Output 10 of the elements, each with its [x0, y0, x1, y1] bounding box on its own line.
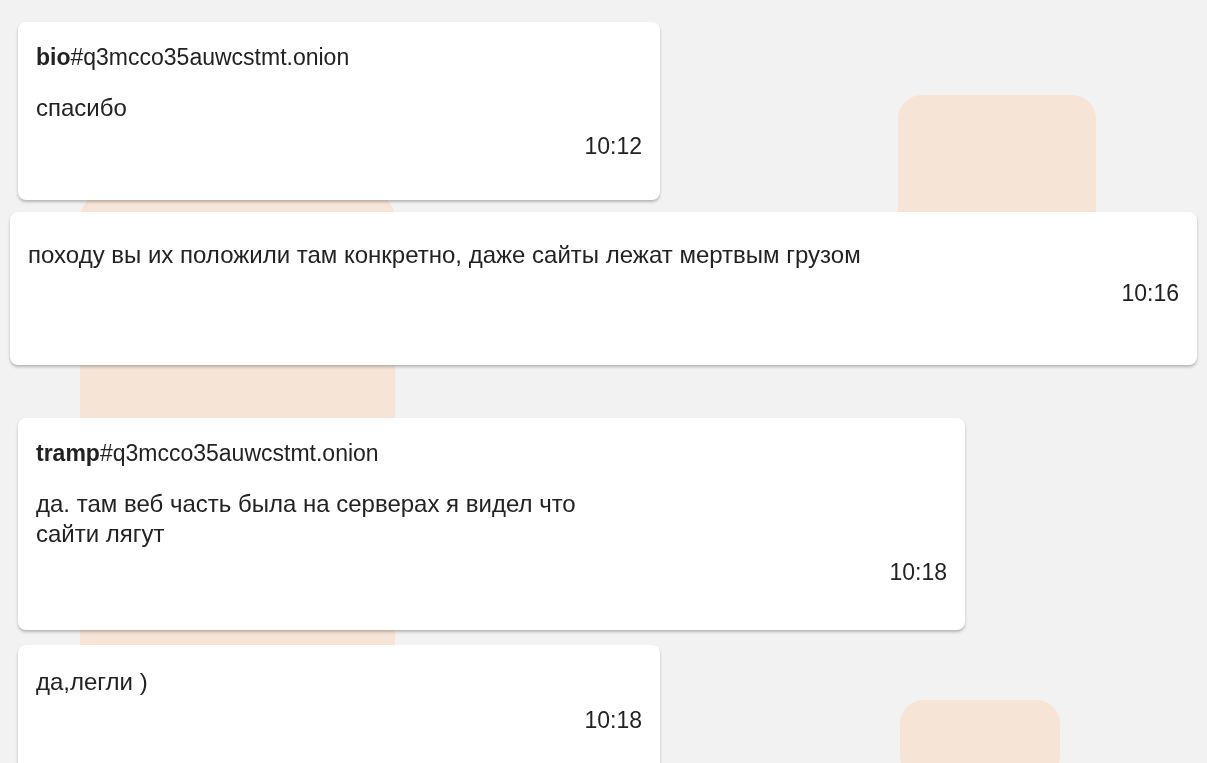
message-text: да,легли ): [36, 667, 149, 697]
message-time: 10:18: [583, 707, 642, 734]
message-text: да. там веб часть была на серверах я видел что сайти лягут: [36, 489, 577, 549]
sender-name: tramp#q3mcco35auwcstmt.onion: [36, 440, 380, 467]
message-time: 10:12: [583, 133, 642, 160]
message-text: походу вы их положили там конкретно, даже сайты лежат мертвым грузом: [28, 240, 862, 270]
message-time: 10:18: [888, 559, 947, 586]
message-time: 10:16: [1120, 280, 1179, 307]
message-text: спасибо: [36, 93, 128, 123]
sender-name: bio#q3mcco35auwcstmt.onion: [36, 44, 351, 71]
